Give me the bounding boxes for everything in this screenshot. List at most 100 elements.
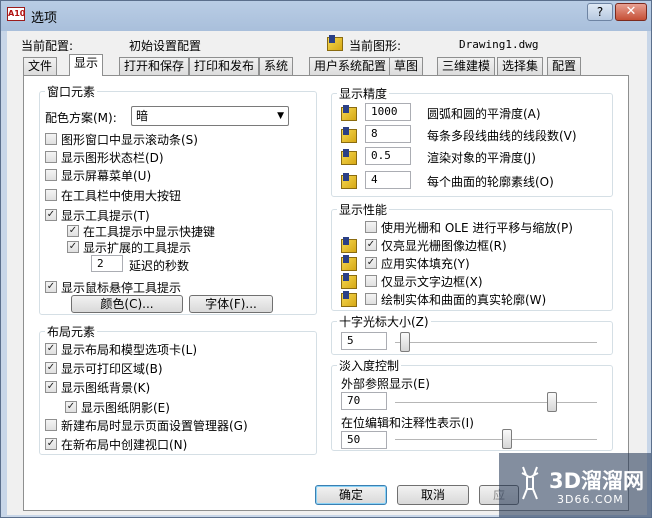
color-scheme-value: 暗	[136, 109, 149, 123]
drawing-saved-icon	[341, 291, 357, 307]
window-title: 选项	[31, 11, 58, 26]
crosshair-size-title: 十字光标大小(Z)	[337, 313, 431, 330]
crosshair-size-slider-thumb[interactable]	[400, 332, 411, 352]
window-element-label: 显示屏幕菜单(U)	[61, 169, 152, 183]
layout-element-checkbox[interactable]: ✓	[45, 438, 57, 450]
resolution-input[interactable]: 1000	[365, 103, 411, 121]
performance-checkbox[interactable]	[365, 275, 377, 287]
options-dialog: A10 选项 ? ✕ 当前配置: 初始设置配置 当前图形: Drawing1.d…	[0, 0, 652, 518]
layout-element-checkbox[interactable]: ✓	[45, 362, 57, 374]
hover-tooltip-checkbox[interactable]: ✓	[45, 281, 57, 293]
resolution-input[interactable]: 0.5	[365, 147, 411, 165]
drawing-saved-icon	[341, 173, 357, 189]
hover-tooltip-label: 显示鼠标悬停工具提示	[61, 281, 182, 295]
tooltip-delay-label: 延迟的秒数	[129, 259, 190, 273]
window-elements-title: 窗口元素	[45, 83, 98, 100]
performance-label: 绘制实体和曲面的真实轮廓(W)	[381, 293, 547, 307]
resolution-input[interactable]: 4	[365, 171, 411, 189]
performance-checkbox[interactable]: ✓	[365, 257, 377, 269]
display-resolution-title: 显示精度	[337, 85, 390, 102]
drawing-saved-icon	[341, 105, 357, 121]
tab-6[interactable]: 草图	[389, 57, 424, 75]
drawing-saved-icon	[341, 237, 357, 253]
window-element-checkbox[interactable]	[45, 133, 57, 145]
inplace-fade-slider-track[interactable]	[395, 439, 597, 441]
performance-label: 应用实体填充(Y)	[381, 257, 470, 271]
window-element-checkbox[interactable]: ✓	[45, 209, 57, 221]
tab-2[interactable]: 打开和保存	[119, 57, 190, 75]
drawing-saved-icon	[341, 255, 357, 271]
tab-3[interactable]: 打印和发布	[189, 57, 260, 75]
tab-8[interactable]: 选择集	[497, 57, 544, 75]
window-element-checkbox[interactable]: ✓	[67, 225, 79, 237]
window-element-checkbox[interactable]	[45, 151, 57, 163]
autocad-app-icon: A10	[7, 7, 25, 21]
crosshair-size-slider-track[interactable]	[395, 342, 597, 344]
layout-element-label: 显示图纸背景(K)	[61, 381, 151, 395]
color-scheme-select[interactable]: 暗 ▼	[131, 106, 289, 126]
close-button[interactable]: ✕	[615, 3, 647, 21]
drawing-icon	[327, 35, 343, 51]
performance-label: 使用光栅和 OLE 进行平移与缩放(P)	[381, 221, 573, 235]
inplace-fade-slider-thumb[interactable]	[502, 429, 513, 449]
window-element-label: 在工具提示中显示快捷键	[83, 225, 216, 239]
layout-element-checkbox[interactable]: ✓	[45, 343, 57, 355]
layout-elements-title: 布局元素	[45, 323, 98, 340]
layout-element-label: 新建布局时显示页面设置管理器(G)	[61, 419, 248, 433]
inplace-fade-label: 在位编辑和注释性表示(I)	[341, 416, 474, 430]
resolution-input[interactable]: 8	[365, 125, 411, 143]
xref-fade-input[interactable]: 70	[341, 392, 387, 410]
layout-element-checkbox[interactable]	[45, 419, 57, 431]
chevron-down-icon: ▼	[277, 111, 284, 121]
colors-button[interactable]: 颜色(C)...	[71, 295, 183, 313]
fade-control-title: 淡入度控制	[337, 357, 402, 374]
xref-fade-slider-track[interactable]	[395, 402, 597, 404]
resolution-label: 每条多段线曲线的线段数(V)	[427, 129, 577, 143]
performance-checkbox[interactable]: ✓	[365, 239, 377, 251]
resolution-label: 圆弧和圆的平滑度(A)	[427, 107, 541, 121]
window-element-checkbox[interactable]	[45, 189, 57, 201]
drawing-saved-icon	[341, 273, 357, 289]
performance-checkbox[interactable]	[365, 221, 377, 233]
window-element-checkbox[interactable]: ✓	[67, 241, 79, 253]
layout-element-checkbox[interactable]: ✓	[65, 401, 77, 413]
tab-7[interactable]: 三维建模	[437, 57, 496, 75]
drawing-saved-icon	[341, 127, 357, 143]
tab-1[interactable]: 显示	[69, 54, 104, 76]
tab-9[interactable]: 配置	[547, 57, 582, 75]
window-element-label: 在工具栏中使用大按钮	[61, 189, 182, 203]
layout-element-label: 显示图纸阴影(E)	[81, 401, 170, 415]
help-button[interactable]: ?	[587, 3, 613, 21]
tab-4[interactable]: 系统	[259, 57, 294, 75]
performance-label: 仅显示文字边框(X)	[381, 275, 483, 289]
layout-element-checkbox[interactable]: ✓	[45, 381, 57, 393]
window-element-label: 显示工具提示(T)	[61, 209, 150, 223]
xref-fade-slider-thumb[interactable]	[547, 392, 558, 412]
watermark-subtext: 3D66.COM	[557, 493, 624, 506]
tab-5[interactable]: 用户系统配置	[309, 57, 392, 75]
tooltip-delay-input[interactable]: 2	[91, 255, 123, 272]
xref-fade-label: 外部参照显示(E)	[341, 377, 430, 391]
cancel-button[interactable]: 取消	[397, 485, 469, 505]
watermark-text: 3D溜溜网	[549, 469, 645, 493]
tab-0[interactable]: 文件	[23, 57, 58, 75]
resolution-label: 每个曲面的轮廓素线(O)	[427, 175, 554, 189]
fonts-button[interactable]: 字体(F)...	[189, 295, 273, 313]
current-profile-label: 当前配置:	[21, 39, 74, 53]
window-element-checkbox[interactable]	[45, 169, 57, 181]
performance-checkbox[interactable]	[365, 293, 377, 305]
current-profile-value: 初始设置配置	[129, 39, 202, 53]
current-drawing-label: 当前图形:	[349, 39, 402, 53]
current-drawing-value: Drawing1.dwg	[459, 38, 539, 51]
drawing-saved-icon	[341, 149, 357, 165]
layout-element-label: 在新布局中创建视口(N)	[61, 438, 188, 452]
window-element-label: 图形窗口中显示滚动条(S)	[61, 133, 198, 147]
ok-button[interactable]: 确定	[315, 485, 387, 505]
title-bar: A10 选项 ? ✕	[1, 1, 651, 29]
inplace-fade-input[interactable]: 50	[341, 431, 387, 449]
resolution-label: 渲染对象的平滑度(J)	[427, 151, 536, 165]
layout-element-label: 显示布局和模型选项卡(L)	[61, 343, 198, 357]
deer-logo-icon	[521, 466, 539, 500]
performance-label: 仅亮显光栅图像边框(R)	[381, 239, 507, 253]
crosshair-size-input[interactable]: 5	[341, 332, 387, 350]
